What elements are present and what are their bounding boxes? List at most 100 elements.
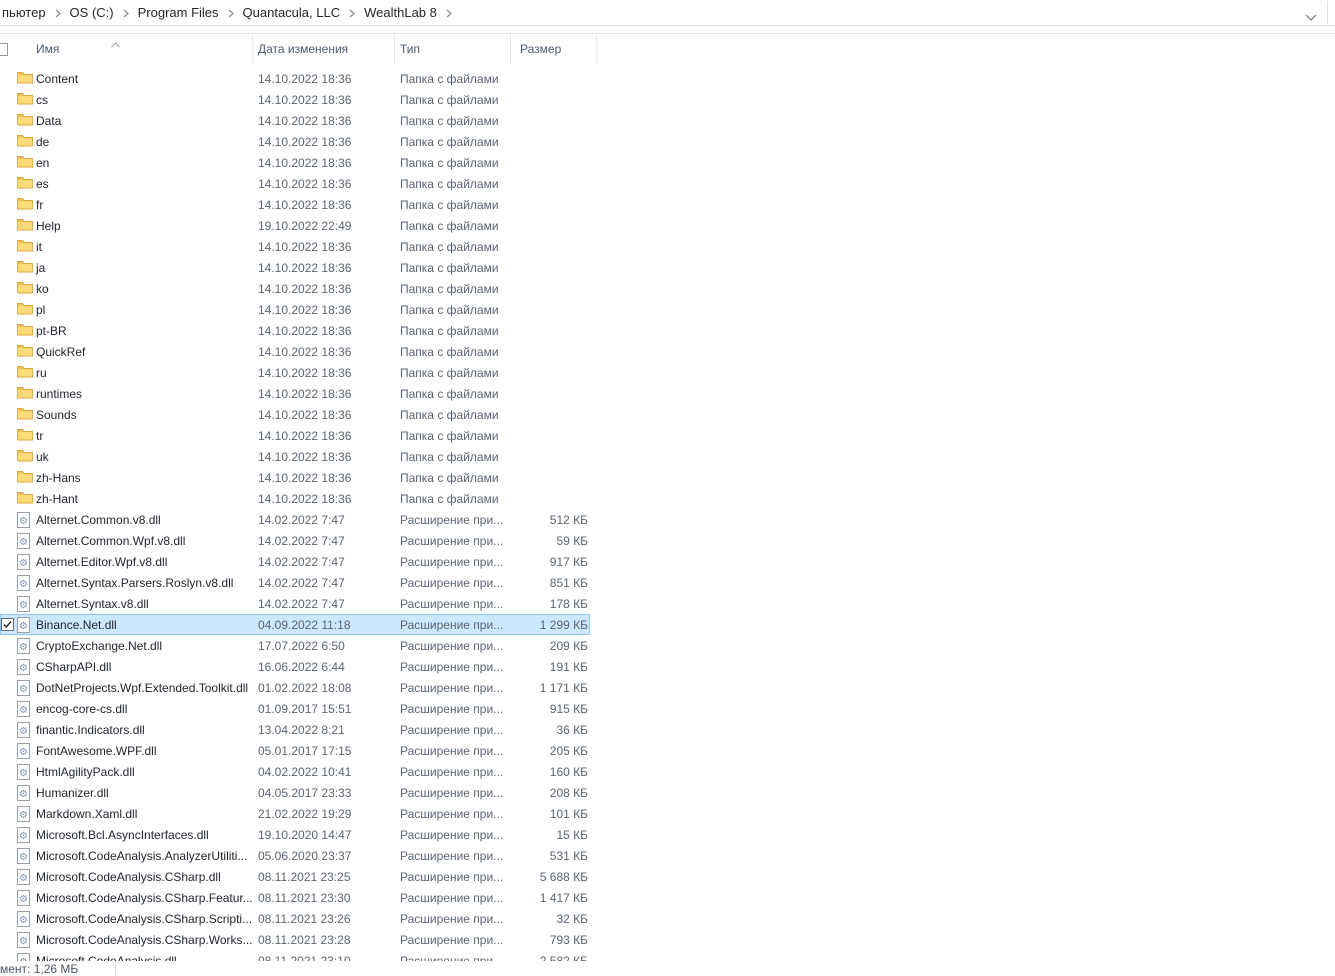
- column-header-type[interactable]: Тип: [395, 34, 511, 64]
- table-row[interactable]: pl14.10.2022 18:36Папка с файлами: [0, 299, 1335, 320]
- table-row[interactable]: ⚙Microsoft.CodeAnalysis.AnalyzerUtiliti.…: [0, 845, 1335, 866]
- file-type: Папка с файлами: [400, 257, 511, 278]
- table-row[interactable]: ⚙HtmlAgilityPack.dll04.02.2022 10:41Расш…: [0, 761, 1335, 782]
- address-bar[interactable]: пьютер OS (C:) Program Files Quantacula, LL…: [0, 0, 1335, 26]
- breadcrumb-separator-icon[interactable]: [123, 9, 129, 18]
- table-row[interactable]: ⚙Alternet.Common.v8.dll14.02.2022 7:47Ра…: [0, 509, 1335, 530]
- file-name: Microsoft.CodeAnalysis.AnalyzerUtiliti..…: [0, 845, 253, 866]
- file-date-modified: 14.10.2022 18:36: [258, 257, 395, 278]
- file-size: 512 КБ: [511, 509, 588, 530]
- table-row[interactable]: ⚙CSharpAPI.dll16.06.2022 6:44Расширение …: [0, 656, 1335, 677]
- table-row[interactable]: ⚙Markdown.Xaml.dll21.02.2022 19:29Расшир…: [0, 803, 1335, 824]
- breadcrumb-item[interactable]: пьютер: [0, 5, 48, 20]
- file-size: 178 КБ: [511, 593, 588, 614]
- table-row[interactable]: Data14.10.2022 18:36Папка с файлами: [0, 110, 1335, 131]
- table-row[interactable]: Sounds14.10.2022 18:36Папка с файлами: [0, 404, 1335, 425]
- file-type: Папка с файлами: [400, 488, 511, 509]
- table-row[interactable]: zh-Hans14.10.2022 18:36Папка с файлами: [0, 467, 1335, 488]
- file-type: Расширение при...: [400, 908, 511, 929]
- table-row[interactable]: ⚙DotNetProjects.Wpf.Extended.Toolkit.dll…: [0, 677, 1335, 698]
- table-row[interactable]: ⚙FontAwesome.WPF.dll05.01.2017 17:15Расш…: [0, 740, 1335, 761]
- file-size: [511, 89, 588, 110]
- table-row[interactable]: ⚙Alternet.Common.Wpf.v8.dll14.02.2022 7:…: [0, 530, 1335, 551]
- table-row[interactable]: QuickRef14.10.2022 18:36Папка с файлами: [0, 341, 1335, 362]
- file-name: pl: [0, 299, 253, 320]
- table-row[interactable]: runtimes14.10.2022 18:36Папка с файлами: [0, 383, 1335, 404]
- table-row[interactable]: ko14.10.2022 18:36Папка с файлами: [0, 278, 1335, 299]
- breadcrumb-separator-icon[interactable]: [228, 9, 234, 18]
- file-date-modified: 14.10.2022 18:36: [258, 362, 395, 383]
- file-type: Расширение при...: [400, 614, 511, 635]
- table-row[interactable]: tr14.10.2022 18:36Папка с файлами: [0, 425, 1335, 446]
- file-type: Папка с файлами: [400, 404, 511, 425]
- table-row[interactable]: fr14.10.2022 18:36Папка с файлами: [0, 194, 1335, 215]
- table-row[interactable]: Help19.10.2022 22:49Папка с файлами: [0, 215, 1335, 236]
- file-type: Расширение при...: [400, 887, 511, 908]
- table-row[interactable]: ⚙Microsoft.CodeAnalysis.CSharp.Scripti..…: [0, 908, 1335, 929]
- table-row[interactable]: ⚙Microsoft.Bcl.AsyncInterfaces.dll19.10.…: [0, 824, 1335, 845]
- table-row[interactable]: ⚙Binance.Net.dll04.09.2022 11:18Расширен…: [0, 614, 1335, 635]
- file-date-modified: 14.10.2022 18:36: [258, 278, 395, 299]
- table-row[interactable]: cs14.10.2022 18:36Папка с файлами: [0, 89, 1335, 110]
- table-row[interactable]: ⚙encog-core-cs.dll01.09.2017 15:51Расшир…: [0, 698, 1335, 719]
- table-row[interactable]: de14.10.2022 18:36Папка с файлами: [0, 131, 1335, 152]
- column-header-date[interactable]: Дата изменения: [253, 34, 395, 64]
- file-date-modified: 14.10.2022 18:36: [258, 383, 395, 404]
- table-row[interactable]: pt-BR14.10.2022 18:36Папка с файлами: [0, 320, 1335, 341]
- file-type: Папка с файлами: [400, 383, 511, 404]
- file-name: Markdown.Xaml.dll: [0, 803, 253, 824]
- file-list: Content14.10.2022 18:36Папка с файламиcs…: [0, 68, 1335, 971]
- table-row[interactable]: ⚙finantic.Indicators.dll13.04.2022 8:21Р…: [0, 719, 1335, 740]
- file-size: 208 КБ: [511, 782, 588, 803]
- table-row[interactable]: zh-Hant14.10.2022 18:36Папка с файлами: [0, 488, 1335, 509]
- file-type: Расширение при...: [400, 593, 511, 614]
- table-row[interactable]: ⚙Alternet.Editor.Wpf.v8.dll14.02.2022 7:…: [0, 551, 1335, 572]
- breadcrumb-separator-icon[interactable]: [446, 9, 452, 18]
- column-headers: Имя Дата изменения Тип Размер: [0, 33, 1335, 64]
- table-row[interactable]: Content14.10.2022 18:36Папка с файлами: [0, 68, 1335, 89]
- breadcrumb-item[interactable]: Program Files: [136, 5, 221, 20]
- table-row[interactable]: ru14.10.2022 18:36Папка с файлами: [0, 362, 1335, 383]
- file-name: Alternet.Syntax.v8.dll: [0, 593, 253, 614]
- table-row[interactable]: ⚙CryptoExchange.Net.dll17.07.2022 6:50Ра…: [0, 635, 1335, 656]
- file-date-modified: 14.10.2022 18:36: [258, 89, 395, 110]
- table-row[interactable]: ⚙Microsoft.CodeAnalysis.CSharp.Works...0…: [0, 929, 1335, 950]
- breadcrumb-item[interactable]: WealthLab 8: [362, 5, 439, 20]
- file-size: 1 171 КБ: [511, 677, 588, 698]
- file-size: [511, 362, 588, 383]
- file-type: Папка с файлами: [400, 89, 511, 110]
- breadcrumb-separator-icon[interactable]: [55, 9, 61, 18]
- file-date-modified: 21.02.2022 19:29: [258, 803, 395, 824]
- table-row[interactable]: ⚙Alternet.Syntax.Parsers.Roslyn.v8.dll14…: [0, 572, 1335, 593]
- breadcrumb-separator-icon[interactable]: [349, 9, 355, 18]
- file-type: Папка с файлами: [400, 425, 511, 446]
- file-date-modified: 13.04.2022 8:21: [258, 719, 395, 740]
- column-header-name[interactable]: Имя: [0, 34, 253, 64]
- file-date-modified: 04.05.2017 23:33: [258, 782, 395, 803]
- table-row[interactable]: en14.10.2022 18:36Папка с файлами: [0, 152, 1335, 173]
- chevron-down-icon[interactable]: [1305, 9, 1319, 18]
- file-date-modified: 14.10.2022 18:36: [258, 341, 395, 362]
- table-row[interactable]: ⚙Humanizer.dll04.05.2017 23:33Расширение…: [0, 782, 1335, 803]
- table-row[interactable]: es14.10.2022 18:36Папка с файлами: [0, 173, 1335, 194]
- column-header-size[interactable]: Размер: [511, 34, 597, 64]
- file-type: Папка с файлами: [400, 320, 511, 341]
- table-row[interactable]: ja14.10.2022 18:36Папка с файлами: [0, 257, 1335, 278]
- file-name: Humanizer.dll: [0, 782, 253, 803]
- file-name: DotNetProjects.Wpf.Extended.Toolkit.dll: [0, 677, 253, 698]
- file-type: Папка с файлами: [400, 194, 511, 215]
- file-size: [511, 68, 588, 89]
- table-row[interactable]: uk14.10.2022 18:36Папка с файлами: [0, 446, 1335, 467]
- file-date-modified: 14.02.2022 7:47: [258, 572, 395, 593]
- breadcrumb-item[interactable]: Quantacula, LLC: [241, 5, 343, 20]
- file-size: 205 КБ: [511, 740, 588, 761]
- file-name: ko: [0, 278, 253, 299]
- table-row[interactable]: ⚙Microsoft.CodeAnalysis.CSharp.Featur...…: [0, 887, 1335, 908]
- status-bar-divider: [115, 961, 116, 975]
- table-row[interactable]: ⚙Microsoft.CodeAnalysis.CSharp.dll08.11.…: [0, 866, 1335, 887]
- breadcrumb-item[interactable]: OS (C:): [68, 5, 116, 20]
- file-type: Расширение при...: [400, 551, 511, 572]
- table-row[interactable]: ⚙Alternet.Syntax.v8.dll14.02.2022 7:47Ра…: [0, 593, 1335, 614]
- row-checkbox[interactable]: [1, 618, 14, 631]
- table-row[interactable]: it14.10.2022 18:36Папка с файлами: [0, 236, 1335, 257]
